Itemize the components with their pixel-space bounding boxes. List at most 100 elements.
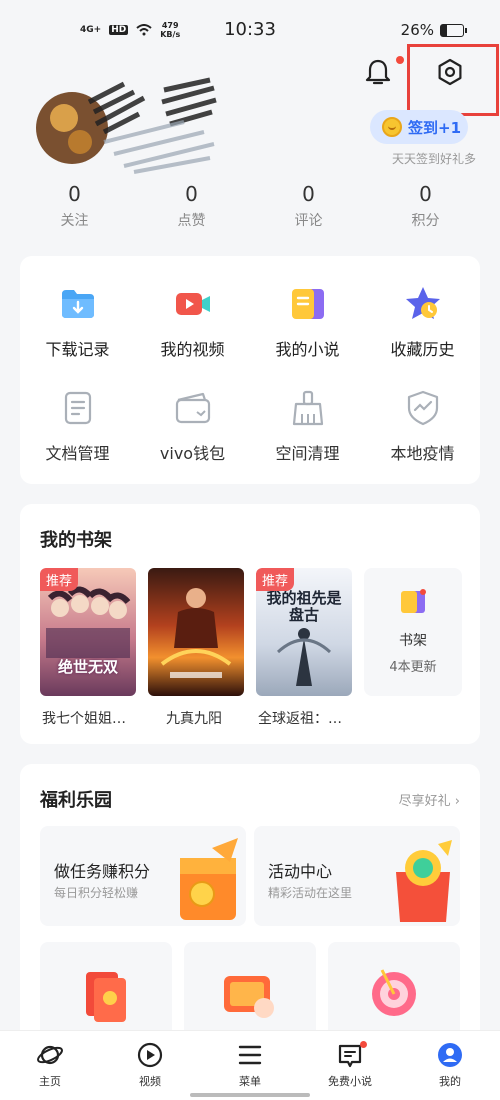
nav-label: 主页 <box>39 1075 61 1088</box>
book-cover-art <box>160 588 232 678</box>
battery-level <box>441 24 447 36</box>
checkin-button[interactable]: 签到+1 <box>370 110 468 144</box>
nav-video[interactable]: 视频 <box>100 1031 200 1100</box>
bookshelf-label: 书架 <box>399 633 427 649</box>
network-indicator: 4G+ <box>80 24 102 35</box>
gift-bag-icon <box>396 840 452 922</box>
nav-free-novels[interactable]: 免费小说 <box>300 1031 400 1100</box>
stat-label: 积分 <box>411 213 440 229</box>
bookshelf-button[interactable]: 书架 4本更新 <box>364 568 462 696</box>
tool-my-novels[interactable]: 我的小说 <box>250 284 365 360</box>
wifi-icon <box>136 24 152 36</box>
welfare-more-label: 尽享好礼 <box>398 794 451 809</box>
shield-icon <box>407 390 438 426</box>
bookshelf-card: 我的书架 绝世无双 推荐 我七个姐姐… 九真九阳 我的祖先是盘古 推荐 全球返祖… <box>20 504 480 744</box>
checkin-label: 签到+1 <box>408 118 462 137</box>
star-clock-icon <box>405 287 440 319</box>
network-speed: 479 KB/s <box>160 21 180 39</box>
promo-title: 活动中心 <box>268 862 333 881</box>
nav-home[interactable]: 主页 <box>0 1031 100 1100</box>
nav-label: 免费小说 <box>328 1075 372 1088</box>
book-title[interactable]: 九真九阳 <box>166 708 270 728</box>
broom-icon <box>292 390 323 426</box>
tool-favorites-history[interactable]: 收藏历史 <box>365 284 480 360</box>
notification-dot <box>360 1041 367 1048</box>
welfare-title: 福利乐园 <box>40 790 112 811</box>
battery-status: 26% <box>401 21 467 39</box>
stat-comments[interactable]: 0 评论 <box>250 182 367 230</box>
wallet-icon <box>175 392 210 424</box>
tool-label: 下载记录 <box>45 340 110 359</box>
tool-label: 空间清理 <box>275 444 340 463</box>
notification-dot <box>396 56 404 64</box>
tool-label: 我的视频 <box>160 340 225 359</box>
recommend-badge: 推荐 <box>40 568 79 591</box>
bookshelf-update-count: 4本更新 <box>389 660 437 675</box>
book-cover[interactable] <box>148 568 244 696</box>
play-circle-icon <box>137 1042 163 1068</box>
nav-label: 菜单 <box>239 1075 261 1088</box>
red-packet-icon <box>86 972 126 1022</box>
welfare-more-link[interactable]: 尽享好礼 › <box>399 790 460 809</box>
bottom-navigation: 主页 视频 菜单 免费小说 我的 <box>0 1030 500 1100</box>
tool-label: 本地疫情 <box>390 444 455 463</box>
ticket-icon <box>224 976 274 1018</box>
tool-space-cleanup[interactable]: 空间清理 <box>250 388 365 464</box>
speed-value: 479 <box>161 21 179 30</box>
promo-subtitle: 每日积分轻松赚 <box>54 886 139 900</box>
tool-my-videos[interactable]: 我的视频 <box>135 284 250 360</box>
stat-following[interactable]: 0 关注 <box>16 182 133 230</box>
promo-activity-center[interactable]: 活动中心 精彩活动在这里 <box>254 826 460 926</box>
hd-indicator: HD <box>109 25 129 35</box>
stat-value: 0 <box>302 182 315 206</box>
stat-label: 评论 <box>294 213 323 229</box>
book-cover-title: 我的祖先是盘古 <box>266 589 342 624</box>
welfare-card: 福利乐园 尽享好礼 › 做任务赚积分 每日积分轻松赚 活动中心 精彩活动在这里 <box>20 764 480 1054</box>
status-icons: 4G+ HD 479 KB/s <box>80 21 180 39</box>
nav-profile[interactable]: 我的 <box>400 1031 500 1100</box>
notification-bell-icon[interactable] <box>362 56 394 88</box>
gift-coins-icon <box>180 838 238 920</box>
tool-documents[interactable]: 文档管理 <box>20 388 135 464</box>
profile-icon <box>438 1043 462 1067</box>
promo-title: 做任务赚积分 <box>54 862 151 881</box>
coin-icon <box>382 117 402 137</box>
chevron-right-icon: › <box>454 794 460 809</box>
tool-label: 我的小说 <box>275 340 340 359</box>
book-title[interactable]: 全球返祖：… <box>258 708 362 728</box>
promo-subtitle: 精彩活动在这里 <box>268 886 353 900</box>
book-cover[interactable]: 绝世无双 推荐 <box>40 568 136 696</box>
tools-card: 下载记录 我的视频 我的小说 收藏历史 文档管理 vivo钱包 空间清理 本地疫… <box>20 256 480 484</box>
book-icon <box>291 289 324 319</box>
book-title[interactable]: 我七个姐姐… <box>42 708 146 728</box>
profile-stats: 0 关注 0 点赞 0 评论 0 积分 <box>16 182 484 230</box>
stat-points[interactable]: 0 积分 <box>367 182 484 230</box>
stat-value: 0 <box>419 182 432 206</box>
tool-local-epidemic[interactable]: 本地疫情 <box>365 388 480 464</box>
menu-icon <box>238 1045 262 1065</box>
stat-value: 0 <box>185 182 198 206</box>
stat-value: 0 <box>68 182 81 206</box>
download-folder-icon <box>61 290 94 318</box>
gesture-bar[interactable] <box>190 1093 310 1097</box>
checkin-subtitle: 天天签到好礼多 <box>391 152 476 166</box>
stat-label: 关注 <box>60 213 89 229</box>
tool-label: 文档管理 <box>45 444 110 463</box>
nav-menu[interactable]: 菜单 <box>200 1031 300 1100</box>
recommend-badge: 推荐 <box>256 568 295 591</box>
video-camera-icon <box>175 293 210 315</box>
bookshelf-icon <box>401 589 426 613</box>
target-icon <box>372 969 416 1016</box>
speed-unit: KB/s <box>160 30 181 39</box>
tool-download-history[interactable]: 下载记录 <box>20 284 135 360</box>
stat-likes[interactable]: 0 点赞 <box>133 182 250 230</box>
battery-icon <box>440 23 467 37</box>
book-cover[interactable]: 我的祖先是盘古 推荐 <box>256 568 352 696</box>
book-cover-title: 绝世无双 <box>57 658 118 676</box>
settings-highlight-box <box>407 44 499 116</box>
tool-vivo-wallet[interactable]: vivo钱包 <box>135 388 250 464</box>
tool-label: 收藏历史 <box>390 340 455 359</box>
document-icon <box>64 391 91 425</box>
promo-earn-points[interactable]: 做任务赚积分 每日积分轻松赚 <box>40 826 246 926</box>
avatar[interactable] <box>34 72 224 178</box>
